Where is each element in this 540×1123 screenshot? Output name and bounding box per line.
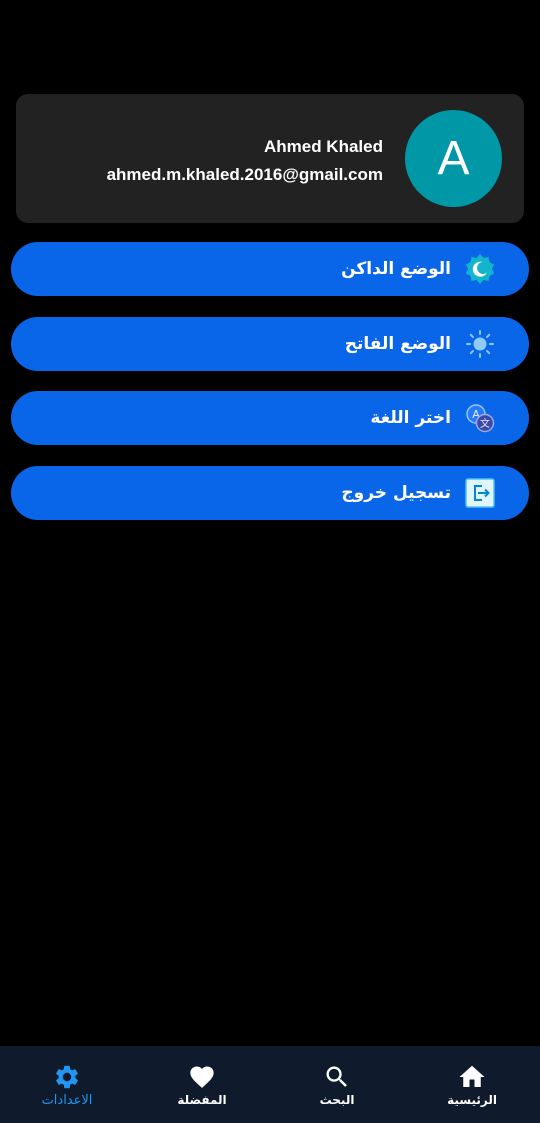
bottom-navigation: الاعدادات المفضلة البحث الرئيسية <box>0 1046 540 1123</box>
nav-favorites-label: المفضلة <box>177 1093 227 1107</box>
light-mode-button[interactable]: الوضع الفاتح <box>11 317 529 371</box>
light-mode-icon <box>464 328 496 360</box>
nav-favorites[interactable]: المفضلة <box>147 1046 257 1123</box>
nav-home[interactable]: الرئيسية <box>417 1046 527 1123</box>
logout-button[interactable]: تسجيل خروج <box>11 466 529 520</box>
search-icon <box>322 1062 352 1092</box>
home-icon <box>457 1062 487 1092</box>
dark-mode-label: الوضع الداكن <box>341 259 451 279</box>
profile-email: ahmed.m.khaled.2016@gmail.com <box>106 165 383 184</box>
choose-language-button[interactable]: اختر اللغة A 文 <box>11 391 529 445</box>
light-mode-label: الوضع الفاتح <box>344 334 451 354</box>
heart-icon <box>187 1062 217 1092</box>
nav-settings[interactable]: الاعدادات <box>12 1046 122 1123</box>
nav-search-label: البحث <box>319 1093 355 1107</box>
dark-mode-button[interactable]: الوضع الداكن <box>11 242 529 296</box>
svg-text:文: 文 <box>480 417 490 430</box>
gear-icon <box>52 1062 82 1092</box>
choose-language-label: اختر اللغة <box>370 408 451 428</box>
nav-settings-label: الاعدادات <box>41 1093 93 1108</box>
nav-home-label: الرئيسية <box>447 1093 497 1107</box>
profile-card: Ahmed Khaled ahmed.m.khaled.2016@gmail.c… <box>16 94 524 223</box>
avatar: A <box>405 110 502 207</box>
logout-icon <box>464 477 496 509</box>
nav-search[interactable]: البحث <box>282 1046 392 1123</box>
dark-mode-icon <box>464 253 496 285</box>
profile-name: Ahmed Khaled <box>263 137 383 156</box>
translate-icon: A 文 <box>464 402 496 434</box>
logout-label: تسجيل خروج <box>341 483 451 503</box>
